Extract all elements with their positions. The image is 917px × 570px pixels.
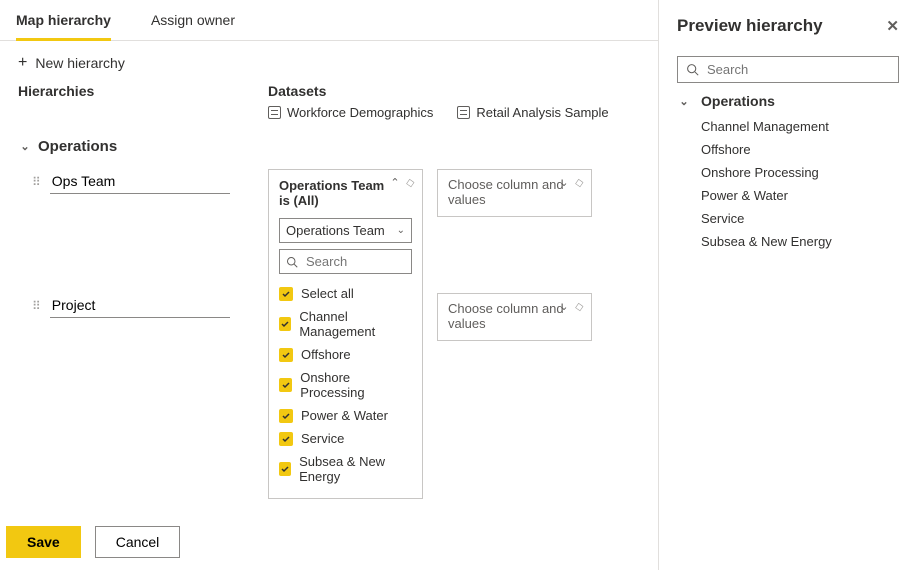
choose-column-card[interactable]: ⌄ ◇ Choose column and values — [437, 169, 592, 217]
checkbox-icon — [279, 462, 291, 476]
checkbox-icon — [279, 432, 293, 446]
tabs: Map hierarchy Assign owner — [0, 0, 658, 41]
checkbox-icon — [279, 287, 293, 301]
card-title: Operations Team — [279, 178, 384, 193]
tree-item[interactable]: Onshore Processing — [701, 161, 899, 184]
level-input-project[interactable] — [50, 293, 230, 318]
drag-handle-icon[interactable]: ⠿ — [32, 175, 40, 189]
chevron-down-icon: ⌄ — [18, 140, 32, 153]
expand-icon[interactable]: ⌄ — [559, 300, 568, 313]
drag-handle-icon[interactable]: ⠿ — [32, 299, 40, 313]
chevron-down-icon: ⌄ — [397, 225, 405, 236]
close-icon[interactable]: ✕ — [886, 17, 899, 35]
dataset-retail[interactable]: Retail Analysis Sample — [457, 105, 608, 120]
clear-icon[interactable]: ◇ — [573, 175, 584, 189]
dataset-label: Retail Analysis Sample — [476, 105, 608, 120]
tree-item[interactable]: Power & Water — [701, 184, 899, 207]
checkbox-icon — [279, 409, 293, 423]
option-label: Offshore — [301, 347, 351, 362]
value-option[interactable]: Channel Management — [279, 305, 412, 343]
new-hierarchy-button[interactable]: + New hierarchy — [0, 41, 658, 79]
tree-item[interactable]: Channel Management — [701, 115, 899, 138]
cancel-button[interactable]: Cancel — [95, 526, 181, 558]
chevron-down-icon: ⌄ — [677, 95, 691, 108]
preview-title: Preview hierarchy — [677, 16, 823, 36]
checkbox-icon — [279, 348, 293, 362]
search-icon — [286, 256, 298, 268]
dataset-workforce[interactable]: Workforce Demographics — [268, 105, 433, 120]
checkbox-icon — [279, 317, 291, 331]
dataset-icon — [457, 106, 470, 119]
values-search[interactable] — [279, 249, 412, 274]
card-subtitle: is (All) — [279, 193, 319, 208]
option-label: Subsea & New Energy — [299, 454, 412, 484]
tree-item[interactable]: Offshore — [701, 138, 899, 161]
ops-team-config-card: ⌃ ◇ Operations Team is (All) Operations … — [268, 169, 423, 499]
tree-item[interactable]: Service — [701, 207, 899, 230]
option-label: Onshore Processing — [300, 370, 412, 400]
expand-icon[interactable]: ⌄ — [559, 176, 568, 189]
tab-assign-owner[interactable]: Assign owner — [151, 0, 235, 40]
tab-map-hierarchy[interactable]: Map hierarchy — [16, 0, 111, 41]
tree-root-label: Operations — [701, 93, 775, 109]
hierarchy-operations-toggle[interactable]: ⌄ Operations — [18, 138, 640, 155]
level-input-ops-team[interactable] — [50, 169, 230, 194]
preview-search[interactable] — [677, 56, 899, 83]
save-button[interactable]: Save — [6, 526, 81, 558]
dataset-label: Workforce Demographics — [287, 105, 433, 120]
search-icon — [686, 63, 699, 76]
option-label: Channel Management — [299, 309, 412, 339]
value-option[interactable]: Select all — [279, 282, 412, 305]
value-option[interactable]: Power & Water — [279, 404, 412, 427]
value-option[interactable]: Subsea & New Energy — [279, 450, 412, 488]
hierarchies-header: Hierarchies — [18, 83, 268, 120]
footer: Save Cancel — [0, 514, 658, 570]
value-option[interactable]: Onshore Processing — [279, 366, 412, 404]
column-headers: Hierarchies Datasets Workforce Demograph… — [0, 79, 658, 126]
checkbox-icon — [279, 378, 292, 392]
values-list: Select all Channel Management Offshore O… — [279, 282, 412, 488]
option-label: Select all — [301, 286, 354, 301]
hierarchy-name: Operations — [38, 138, 117, 155]
clear-icon[interactable]: ◇ — [573, 299, 584, 313]
option-label: Service — [301, 431, 344, 446]
clear-icon[interactable]: ◇ — [404, 175, 415, 189]
datasets-header: Datasets — [268, 83, 640, 99]
choose-column-card[interactable]: ⌄ ◇ Choose column and values — [437, 293, 592, 341]
column-select[interactable]: Operations Team ⌄ — [279, 218, 412, 243]
tree-item[interactable]: Subsea & New Energy — [701, 230, 899, 253]
tree-root-operations[interactable]: ⌄ Operations — [677, 93, 899, 109]
values-search-input[interactable] — [304, 253, 405, 270]
value-option[interactable]: Service — [279, 427, 412, 450]
collapse-icon[interactable]: ⌃ — [390, 176, 399, 189]
plus-icon: + — [18, 55, 27, 71]
select-value: Operations Team — [286, 223, 385, 238]
new-hierarchy-label: New hierarchy — [35, 55, 124, 71]
preview-search-input[interactable] — [705, 61, 890, 78]
value-option[interactable]: Offshore — [279, 343, 412, 366]
dataset-icon — [268, 106, 281, 119]
option-label: Power & Water — [301, 408, 388, 423]
